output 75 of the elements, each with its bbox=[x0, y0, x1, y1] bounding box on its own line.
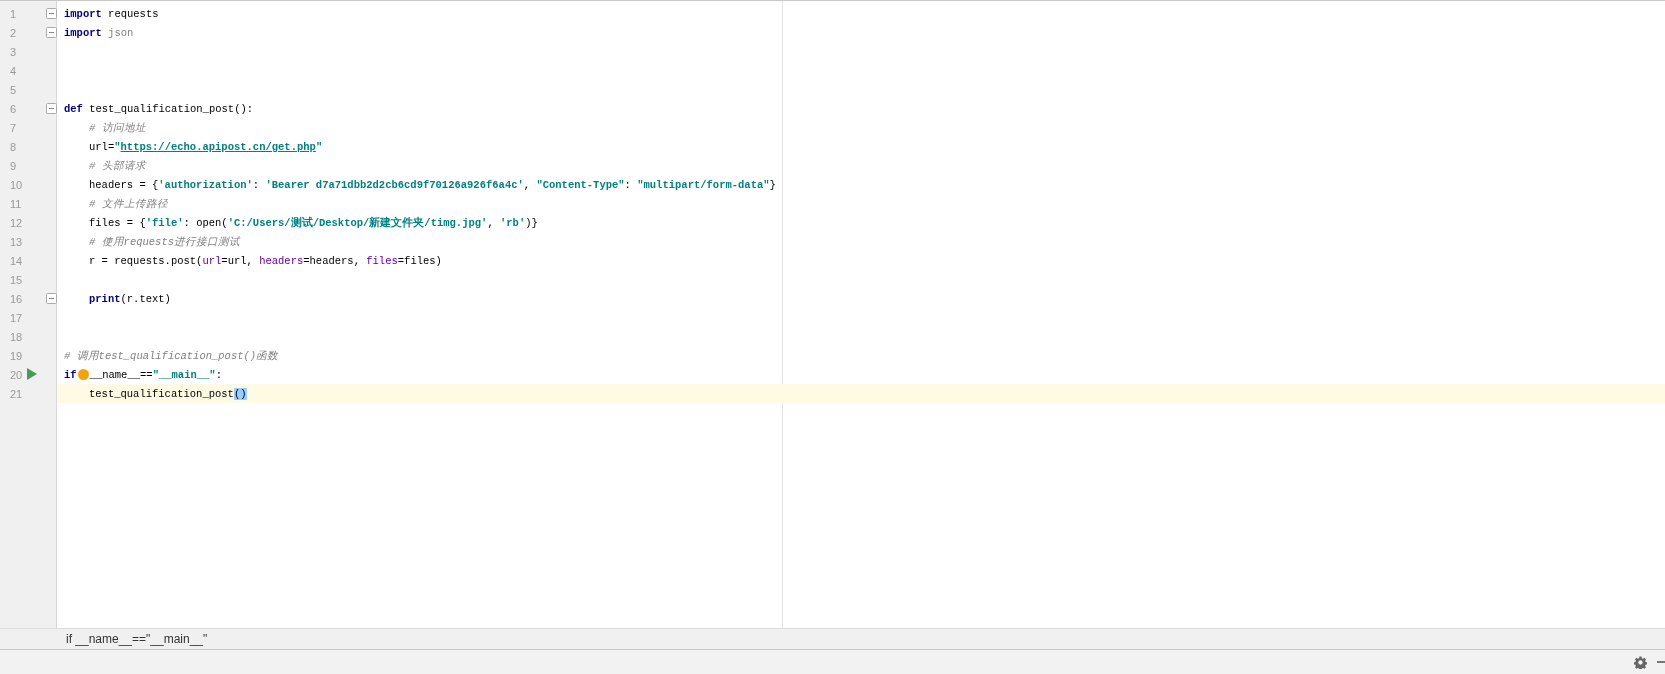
code-text: =url, bbox=[221, 254, 254, 267]
line-number: 13 bbox=[10, 235, 23, 248]
line-number: 10 bbox=[10, 178, 23, 191]
settings-icon[interactable] bbox=[1634, 655, 1647, 669]
line-number: 17 bbox=[10, 311, 23, 324]
line-number: 1 bbox=[10, 7, 17, 20]
keyword: if bbox=[64, 368, 77, 381]
parameter-name: headers bbox=[259, 254, 304, 267]
string-literal: " bbox=[315, 140, 323, 153]
code-text: : bbox=[624, 178, 632, 191]
code-text: requests bbox=[107, 7, 159, 20]
code-text: } bbox=[769, 178, 776, 191]
line-number: 18 bbox=[10, 330, 23, 343]
string-literal: " bbox=[114, 140, 121, 153]
code-text: r = requests.post( bbox=[89, 254, 203, 267]
line-number: 9 bbox=[10, 159, 17, 172]
matched-brace: () bbox=[233, 387, 247, 400]
code-text: test_qualification_post bbox=[89, 387, 234, 400]
code-text: : bbox=[215, 368, 222, 381]
code-comment: # 调用test_qualification_post()函数 bbox=[64, 348, 279, 363]
parameter-name: files bbox=[366, 254, 398, 267]
url-link: https://echo.apipost.cn/get.php bbox=[120, 140, 316, 153]
string-literal: 'file' bbox=[145, 216, 184, 229]
string-literal: 'rb' bbox=[500, 216, 526, 229]
code-text: url= bbox=[89, 140, 115, 153]
code-text: json bbox=[107, 26, 134, 39]
code-text: files = { bbox=[89, 216, 146, 229]
lightbulb-icon[interactable] bbox=[77, 369, 89, 380]
line-number: 21 bbox=[10, 387, 23, 400]
code-text: , bbox=[487, 216, 495, 229]
code-comment: # 头部请求 bbox=[89, 158, 146, 173]
run-icon[interactable] bbox=[27, 368, 37, 380]
parameter-name: url bbox=[202, 254, 222, 267]
fold-icon[interactable] bbox=[46, 293, 57, 304]
line-number: 16 bbox=[10, 292, 23, 305]
string-literal: 'C:/Users/测试/Desktop/新建文件夹/timg.jpg' bbox=[227, 215, 488, 230]
code-text: headers = { bbox=[89, 178, 159, 191]
line-number: 19 bbox=[10, 349, 23, 362]
code-text: : open( bbox=[183, 216, 228, 229]
code-text: (r.text) bbox=[120, 292, 171, 305]
line-number: 20 bbox=[10, 368, 23, 381]
keyword: import bbox=[64, 7, 102, 20]
line-number: 7 bbox=[10, 121, 17, 134]
string-literal: "multipart/form-data" bbox=[637, 178, 770, 191]
line-number: 8 bbox=[10, 140, 17, 153]
fold-icon[interactable] bbox=[46, 103, 57, 114]
keyword: print bbox=[89, 292, 121, 305]
code-text: : bbox=[252, 178, 261, 191]
line-number: 6 bbox=[10, 102, 17, 115]
line-number: 11 bbox=[10, 197, 22, 210]
keyword: def bbox=[64, 102, 83, 115]
fold-icon[interactable] bbox=[46, 27, 57, 38]
code-text: , bbox=[523, 178, 532, 191]
code-comment: # 文件上传路径 bbox=[89, 196, 168, 211]
line-number: 14 bbox=[10, 254, 23, 267]
code-text: __name__== bbox=[89, 368, 153, 381]
line-number: 15 bbox=[10, 273, 23, 286]
code-text: )} bbox=[525, 216, 538, 229]
string-literal: 'Bearer d7a71dbb2d2cb6cd9f70126a926f6a4c' bbox=[265, 178, 524, 191]
code-comment: # 使用requests进行接口测试 bbox=[89, 234, 240, 249]
code-text: =headers, bbox=[303, 254, 361, 267]
line-number: 4 bbox=[10, 64, 17, 77]
fold-icon[interactable] bbox=[46, 8, 57, 19]
line-number: 3 bbox=[10, 45, 17, 58]
code-text: =files) bbox=[397, 254, 442, 267]
code-text: test_qualification_post(): bbox=[88, 102, 254, 115]
line-number: 12 bbox=[10, 216, 23, 229]
string-literal: "Content-Type" bbox=[536, 178, 625, 191]
line-number: 5 bbox=[10, 83, 17, 96]
keyword: import bbox=[64, 26, 102, 39]
string-literal: 'authorization' bbox=[158, 178, 253, 191]
breadcrumb[interactable]: if __name__=="__main__" bbox=[66, 632, 208, 646]
code-comment: # 访问地址 bbox=[89, 120, 146, 135]
string-literal: "__main__" bbox=[152, 368, 216, 381]
line-number: 2 bbox=[10, 26, 17, 39]
